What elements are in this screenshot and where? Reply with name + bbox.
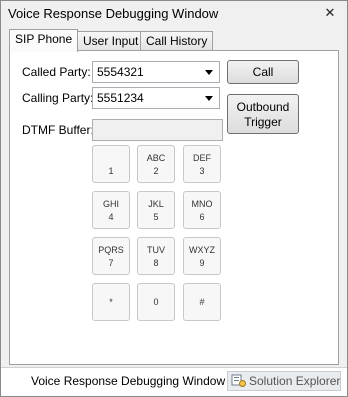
outbound-trigger-line1: Outbound <box>236 100 290 114</box>
keypad-key-digit: 7 <box>108 258 114 268</box>
sip-phone-panel: Called Party: 5554321 Calling Party: 555… <box>9 50 339 365</box>
calling-party-combo[interactable]: 5551234 <box>92 87 220 109</box>
keypad-key-digit: 2 <box>153 166 159 176</box>
keypad-key-digit: 9 <box>199 258 205 268</box>
keypad-key-2[interactable]: ABC 2 <box>137 145 175 183</box>
called-party-label: Called Party: <box>22 65 91 79</box>
keypad-key-letters: GHI <box>102 199 119 209</box>
outbound-trigger-line2: Trigger <box>244 115 282 129</box>
keypad-key-digit: 8 <box>153 258 159 268</box>
window-title: Voice Response Debugging Window <box>8 6 219 21</box>
keypad-key-letters: DEF <box>193 153 211 163</box>
tab-solution-explorer[interactable]: Solution Explorer <box>227 371 341 391</box>
keypad-key-0[interactable]: 0 <box>137 283 175 321</box>
solution-explorer-label: Solution Explorer <box>249 374 341 388</box>
keypad-key-digit: 0 <box>153 297 159 307</box>
tab-call-history[interactable]: Call History <box>140 31 214 51</box>
chevron-down-icon[interactable] <box>205 96 213 101</box>
tab-voice-response-debugging-window[interactable]: Voice Response Debugging Window <box>31 374 225 388</box>
call-button[interactable]: Call <box>227 60 299 84</box>
keypad-key-digit: 5 <box>153 212 159 222</box>
keypad-key-letters: JKL <box>148 199 164 209</box>
outbound-trigger-button[interactable]: Outbound Trigger <box>227 94 299 134</box>
keypad-key-letters: ABC <box>146 153 166 163</box>
keypad-key-hash[interactable]: # <box>183 283 221 321</box>
keypad-key-digit: * <box>109 297 113 307</box>
keypad-key-digit: # <box>199 297 205 307</box>
chevron-down-icon[interactable] <box>205 70 213 75</box>
keypad-key-4[interactable]: GHI 4 <box>92 191 130 229</box>
solution-explorer-icon <box>231 374 246 387</box>
keypad-key-star[interactable]: * <box>92 283 130 321</box>
called-party-combo[interactable]: 5554321 <box>92 61 220 83</box>
window-tab-bar: Voice Response Debugging Window Solution… <box>1 367 347 396</box>
dtmf-buffer-field[interactable] <box>92 119 223 141</box>
keypad-key-6[interactable]: MNO 6 <box>183 191 221 229</box>
keypad-key-letters: MNO <box>191 199 213 209</box>
title-bar[interactable]: Voice Response Debugging Window ✕ <box>1 1 347 25</box>
keypad-key-digit: 3 <box>199 166 205 176</box>
keypad-key-5[interactable]: JKL 5 <box>137 191 175 229</box>
keypad-key-digit: 1 <box>108 166 114 176</box>
keypad-key-digit: 4 <box>108 212 114 222</box>
keypad-key-9[interactable]: WXYZ 9 <box>183 237 221 275</box>
keypad-key-digit: 6 <box>199 212 205 222</box>
keypad-key-8[interactable]: TUV 8 <box>137 237 175 275</box>
keypad-key-7[interactable]: PQRS 7 <box>92 237 130 275</box>
tab-sip-phone[interactable]: SIP Phone <box>9 29 79 52</box>
called-party-value: 5554321 <box>97 65 144 79</box>
dtmf-buffer-label: DTMF Buffer: <box>22 123 94 137</box>
window-content: SIP Phone User Input Call History Called… <box>7 25 341 367</box>
calling-party-label: Calling Party: <box>22 91 94 105</box>
keypad-key-letters: WXYZ <box>189 245 215 255</box>
keypad-key-letters: PQRS <box>98 245 124 255</box>
close-icon[interactable]: ✕ <box>322 5 338 21</box>
keypad-key-1[interactable]: 1 <box>92 145 130 183</box>
tab-user-input[interactable]: User Input <box>77 31 145 51</box>
keypad-key-3[interactable]: DEF 3 <box>183 145 221 183</box>
voice-response-debugging-window: Voice Response Debugging Window ✕ SIP Ph… <box>0 0 348 397</box>
calling-party-value: 5551234 <box>97 91 144 105</box>
keypad-key-letters: TUV <box>147 245 165 255</box>
